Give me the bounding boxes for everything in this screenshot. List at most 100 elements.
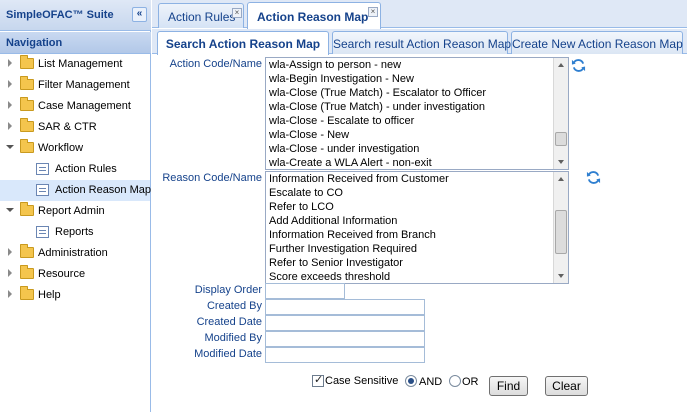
folder-open-icon	[20, 139, 34, 153]
display-order-input[interactable]	[265, 283, 345, 299]
clear-button[interactable]: Clear	[545, 376, 588, 396]
expand-arrow-icon[interactable]	[8, 59, 12, 67]
created-date-input[interactable]	[265, 315, 425, 331]
nav-item-label: Help	[38, 289, 61, 301]
modified-by-label: Modified By	[204, 332, 262, 344]
nav-item-administration[interactable]: Administration	[0, 243, 150, 264]
list-item[interactable]: Further Investigation Required	[266, 242, 568, 256]
expand-arrow-icon[interactable]	[8, 122, 12, 130]
folder-icon	[20, 286, 34, 300]
action-code-label: Action Code/Name	[169, 58, 262, 70]
tab-action-reason-map[interactable]: Action Reason Map ×	[247, 2, 381, 29]
navigation-header: Navigation	[0, 32, 151, 54]
subtab-search-action-reason-map[interactable]: Search Action Reason Map	[157, 31, 329, 55]
collapse-sidebar-button[interactable]: «	[132, 7, 147, 22]
created-by-input[interactable]	[265, 299, 425, 315]
page-icon	[36, 163, 49, 175]
list-item[interactable]: wla-Close (True Match) - under investiga…	[266, 100, 568, 114]
list-item[interactable]: wla-Assign to person - new	[266, 58, 568, 72]
scroll-down-icon[interactable]	[554, 155, 568, 169]
folder-open-icon	[20, 202, 34, 216]
list-item[interactable]: Information Received from Customer	[266, 172, 568, 186]
refresh-icon[interactable]	[586, 170, 601, 185]
nav-item-report-admin[interactable]: Report Admin	[0, 201, 150, 222]
app-header: SimpleOFAC™ Suite «	[0, 0, 151, 31]
nav-item-filter-management[interactable]: Filter Management	[0, 75, 150, 96]
scrollbar[interactable]	[553, 58, 568, 169]
created-date-label: Created Date	[196, 316, 262, 328]
scroll-down-icon[interactable]	[554, 269, 568, 283]
nav-item-case-management[interactable]: Case Management	[0, 96, 150, 117]
list-item[interactable]: Escalate to CO	[266, 186, 568, 200]
search-form: Action Code/Name wla-Assign to person - …	[152, 55, 687, 412]
or-radio[interactable]	[449, 375, 461, 387]
and-radio[interactable]	[405, 375, 417, 387]
nav-item-resource[interactable]: Resource	[0, 264, 150, 285]
nav-item-label: Action Rules	[55, 163, 117, 175]
subtab-label: Search Action Reason Map	[165, 37, 321, 51]
scroll-up-icon[interactable]	[554, 172, 568, 186]
scrollbar[interactable]	[553, 172, 568, 283]
subtab-create-new-action-reason-map[interactable]: Create New Action Reason Map	[511, 31, 683, 54]
nav-item-label: Filter Management	[38, 79, 130, 91]
action-code-listbox[interactable]: wla-Assign to person - new wla-Begin Inv…	[265, 57, 569, 170]
find-button[interactable]: Find	[489, 376, 528, 396]
list-item[interactable]: wla-Create a WLA Alert - non-exit	[266, 156, 568, 169]
folder-icon	[20, 265, 34, 279]
page-icon	[36, 226, 49, 238]
list-item[interactable]: wla-Close - Escalate to officer	[266, 114, 568, 128]
scroll-thumb[interactable]	[555, 210, 567, 254]
and-label: AND	[419, 376, 443, 388]
expand-arrow-icon[interactable]	[8, 101, 12, 109]
expand-arrow-icon[interactable]	[8, 248, 12, 256]
nav-item-help[interactable]: Help	[0, 285, 150, 306]
list-item[interactable]: Refer to Senior Investigator	[266, 256, 568, 270]
expand-arrow-icon[interactable]	[8, 290, 12, 298]
folder-icon	[20, 118, 34, 132]
nav-item-label: Action Reason Map	[55, 184, 151, 196]
list-item[interactable]: Add Additional Information	[266, 214, 568, 228]
modified-by-input[interactable]	[265, 331, 425, 347]
expand-arrow-icon[interactable]	[8, 80, 12, 88]
case-sensitive-checkbox[interactable]	[312, 373, 324, 387]
list-item[interactable]: Score exceeds threshold	[266, 270, 568, 283]
list-item[interactable]: wla-Close - New	[266, 128, 568, 142]
created-by-label: Created By	[206, 300, 262, 312]
tab-action-rules[interactable]: Action Rules ×	[158, 3, 244, 28]
nav-item-reports[interactable]: Reports	[0, 222, 150, 243]
folder-icon	[20, 55, 34, 69]
reason-code-listbox[interactable]: Information Received from Customer Escal…	[265, 171, 569, 284]
list-item[interactable]: Information Received from Branch	[266, 228, 568, 242]
close-tab-icon[interactable]: ×	[368, 7, 378, 17]
nav-item-list-management[interactable]: List Management	[0, 54, 150, 75]
nav-item-action-reason-map[interactable]: Action Reason Map	[0, 180, 151, 201]
refresh-icon[interactable]	[571, 58, 586, 73]
subtab-label: Create New Action Reason Map	[512, 37, 683, 51]
list-item[interactable]: wla-Close - under investigation	[266, 142, 568, 156]
nav-item-label: List Management	[38, 58, 123, 70]
navigation-sidebar: SimpleOFAC™ Suite « Navigation List Mana…	[0, 0, 151, 412]
collapse-arrow-icon[interactable]	[6, 208, 14, 212]
modified-date-input[interactable]	[265, 347, 425, 363]
scroll-thumb[interactable]	[555, 132, 567, 146]
nav-item-label: SAR & CTR	[38, 121, 97, 133]
collapse-arrow-icon[interactable]	[6, 145, 14, 149]
nav-item-label: Case Management	[38, 100, 131, 112]
expand-arrow-icon[interactable]	[8, 269, 12, 277]
close-tab-icon[interactable]: ×	[232, 8, 242, 18]
navigation-title: Navigation	[6, 37, 63, 49]
nav-item-label: Report Admin	[38, 205, 105, 217]
subtab-search-result-action-reason-map[interactable]: Search result Action Reason Map	[332, 31, 511, 54]
scroll-up-icon[interactable]	[554, 58, 568, 72]
page-icon	[36, 184, 49, 196]
main-panel: Action Rules × Action Reason Map × Searc…	[152, 0, 687, 412]
nav-item-action-rules[interactable]: Action Rules	[0, 159, 150, 180]
nav-item-label: Reports	[55, 226, 94, 238]
nav-item-workflow[interactable]: Workflow	[0, 138, 150, 159]
nav-item-sar-ctr[interactable]: SAR & CTR	[0, 117, 150, 138]
list-item[interactable]: wla-Begin Investigation - New	[266, 72, 568, 86]
list-item[interactable]: wla-Close (True Match) - Escalator to Of…	[266, 86, 568, 100]
nav-item-label: Workflow	[38, 142, 84, 154]
modified-date-label: Modified Date	[194, 348, 262, 360]
list-item[interactable]: Refer to LCO	[266, 200, 568, 214]
